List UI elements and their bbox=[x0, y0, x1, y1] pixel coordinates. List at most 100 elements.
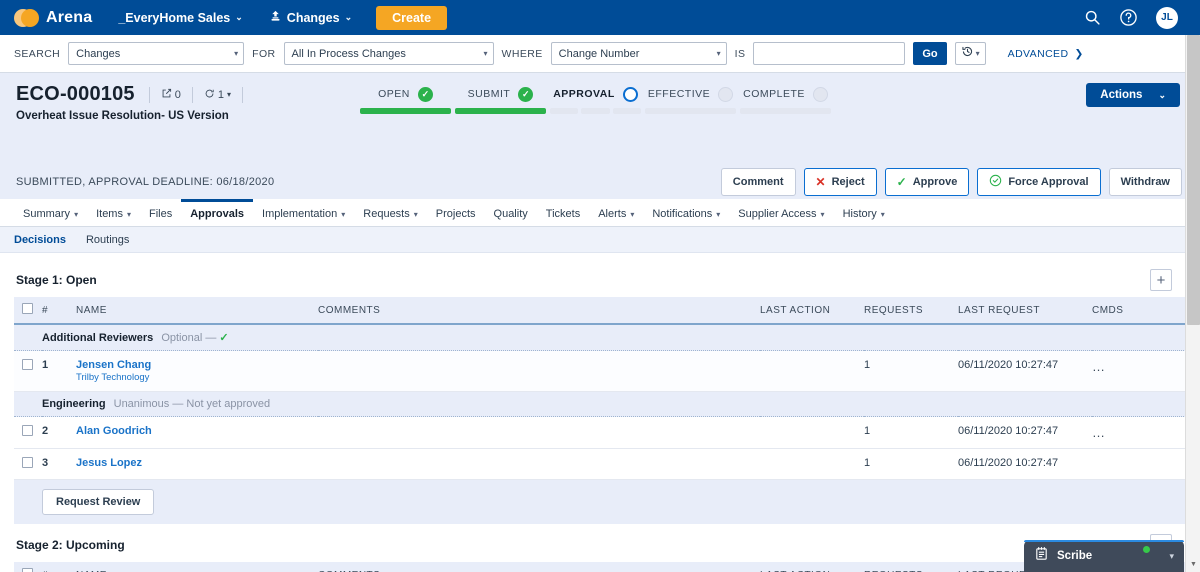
search-go-button[interactable]: Go bbox=[913, 42, 946, 65]
search-field-select[interactable]: Change Number ▾ bbox=[551, 42, 727, 65]
module-selector-changes[interactable]: Changes ⌄ bbox=[269, 10, 352, 26]
changes-icon bbox=[269, 10, 282, 26]
tab-history[interactable]: History▾ bbox=[834, 199, 894, 226]
request-review-button[interactable]: Request Review bbox=[42, 489, 154, 515]
where-label: WHERE bbox=[502, 48, 543, 60]
tab-summary[interactable]: Summary▾ bbox=[14, 199, 87, 226]
workflow-step-submit[interactable]: SUBMIT bbox=[455, 85, 546, 114]
tab-projects[interactable]: Projects bbox=[427, 199, 485, 226]
person-org-link[interactable]: Trilby Technology bbox=[76, 372, 149, 383]
search-type-value: Changes bbox=[76, 48, 120, 60]
row-menu-icon[interactable]: … bbox=[1092, 425, 1107, 440]
reject-button[interactable]: ✕ Reject bbox=[804, 168, 877, 196]
search-scope-value: All In Process Changes bbox=[292, 48, 406, 60]
tab-requests[interactable]: Requests▾ bbox=[354, 199, 427, 226]
scribe-widget[interactable]: Scribe ▾ bbox=[1024, 540, 1184, 572]
chevron-down-icon: ▾ bbox=[716, 210, 720, 219]
comment-button[interactable]: Comment bbox=[721, 168, 796, 196]
chevron-down-icon: ▾ bbox=[881, 210, 885, 219]
row-last-action bbox=[760, 417, 864, 449]
tab-supplier-access[interactable]: Supplier Access▾ bbox=[729, 199, 833, 226]
chevron-down-icon: ▾ bbox=[127, 210, 131, 219]
table-header-row: # NAME COMMENTS LAST ACTION REQUESTS LAS… bbox=[14, 562, 1188, 572]
workflow-step-approval[interactable]: APPROVAL bbox=[550, 85, 641, 114]
withdraw-button[interactable]: Withdraw bbox=[1109, 168, 1182, 196]
workflow-step-label: SUBMIT bbox=[468, 88, 511, 100]
table-row: 2 Alan Goodrich 1 06/11/2020 10:27:47 … bbox=[14, 417, 1188, 449]
row-checkbox[interactable] bbox=[22, 359, 33, 370]
chevron-down-icon[interactable]: ▾ bbox=[1169, 551, 1174, 562]
tab-notifications[interactable]: Notifications▾ bbox=[643, 199, 729, 226]
tab-alerts[interactable]: Alerts▾ bbox=[589, 199, 643, 226]
workflow-step-open[interactable]: OPEN bbox=[360, 85, 451, 114]
tab-files[interactable]: Files bbox=[140, 199, 181, 226]
person-name-link[interactable]: Alan Goodrich bbox=[76, 425, 318, 437]
tab-items[interactable]: Items▾ bbox=[87, 199, 140, 226]
chevron-down-icon: ▾ bbox=[484, 49, 488, 58]
tab-approvals[interactable]: Approvals bbox=[181, 199, 253, 226]
advanced-search-link[interactable]: ADVANCED ❯ bbox=[1008, 48, 1084, 60]
workflow-step-complete[interactable]: COMPLETE bbox=[740, 85, 831, 114]
plus-icon[interactable]: + bbox=[1150, 269, 1172, 291]
row-cmds bbox=[1092, 449, 1188, 480]
check-circle-icon bbox=[518, 87, 533, 102]
row-checkbox[interactable] bbox=[22, 457, 33, 468]
chevron-down-icon: ▾ bbox=[414, 210, 418, 219]
approvals-subtabs: Decisions Routings bbox=[0, 227, 1200, 253]
select-all-checkbox[interactable] bbox=[22, 303, 33, 314]
chevron-right-icon: ❯ bbox=[1074, 48, 1083, 60]
person-name-link[interactable]: Jensen Chang bbox=[76, 359, 318, 371]
row-menu-icon[interactable]: … bbox=[1092, 359, 1107, 374]
check-icon: ✓ bbox=[897, 175, 907, 189]
scribe-label: Scribe bbox=[1057, 550, 1092, 562]
subtab-decisions[interactable]: Decisions bbox=[14, 234, 66, 246]
search-field-value: Change Number bbox=[559, 48, 640, 60]
row-cmds: … bbox=[1092, 417, 1188, 449]
scrollbar-thumb[interactable] bbox=[1187, 35, 1200, 325]
pending-circle-icon bbox=[813, 87, 828, 102]
actions-button[interactable]: Actions ⌄ bbox=[1086, 83, 1180, 107]
notes-badge[interactable]: 0 bbox=[149, 87, 193, 103]
select-all-checkbox[interactable] bbox=[22, 568, 33, 572]
row-last-request: 06/11/2020 10:27:47 bbox=[958, 351, 1092, 392]
revision-count: 1 bbox=[218, 89, 224, 101]
record-header: ECO-000105 0 1 bbox=[0, 73, 1200, 165]
row-cmds: … bbox=[1092, 351, 1188, 392]
actions-label: Actions bbox=[1100, 89, 1142, 101]
row-requests: 1 bbox=[864, 417, 958, 449]
approve-button[interactable]: ✓ Approve bbox=[885, 168, 970, 196]
revision-badge[interactable]: 1 ▾ bbox=[193, 87, 243, 103]
subtab-routings[interactable]: Routings bbox=[86, 234, 129, 246]
workspace-label: _EveryHome Sales bbox=[118, 11, 230, 25]
group-meta: Unanimous — Not yet approved bbox=[114, 398, 271, 410]
search-history-button[interactable]: ▾ bbox=[955, 42, 986, 65]
table-row: 1 Jensen Chang Trilby Technology 1 06/11… bbox=[14, 351, 1188, 392]
avatar[interactable]: JL bbox=[1156, 7, 1178, 29]
column-header-requests: REQUESTS bbox=[864, 297, 958, 324]
scroll-down-arrow-icon[interactable]: ▼ bbox=[1186, 557, 1200, 572]
tab-implementation[interactable]: Implementation▾ bbox=[253, 199, 354, 226]
record-badges: 0 1 ▾ bbox=[149, 87, 243, 103]
tab-quality[interactable]: Quality bbox=[485, 199, 537, 226]
row-comments bbox=[318, 351, 760, 392]
workflow-step-effective[interactable]: EFFECTIVE bbox=[645, 85, 736, 114]
page-title: ECO-000105 bbox=[16, 83, 135, 106]
stage2-header: Stage 2: Upcoming + bbox=[0, 528, 1200, 562]
force-approval-button[interactable]: Force Approval bbox=[977, 168, 1100, 196]
row-checkbox[interactable] bbox=[22, 425, 33, 436]
help-icon[interactable] bbox=[1119, 8, 1138, 27]
search-type-select[interactable]: Changes ▾ bbox=[68, 42, 244, 65]
search-input[interactable] bbox=[753, 42, 905, 65]
tab-tickets[interactable]: Tickets bbox=[537, 199, 589, 226]
row-person: Jensen Chang Trilby Technology bbox=[76, 351, 318, 392]
note-edit-icon bbox=[161, 88, 172, 102]
person-name-link[interactable]: Jesus Lopez bbox=[76, 457, 318, 469]
search-icon[interactable] bbox=[1084, 9, 1101, 26]
table-header-row: # NAME COMMENTS LAST ACTION REQUESTS LAS… bbox=[14, 297, 1188, 324]
page-scrollbar[interactable]: ▲ ▼ bbox=[1185, 35, 1200, 572]
select-all-header bbox=[14, 297, 42, 324]
workspace-selector[interactable]: _EveryHome Sales ⌄ bbox=[118, 11, 242, 25]
create-button[interactable]: Create bbox=[376, 6, 447, 30]
row-number: 2 bbox=[42, 417, 76, 449]
search-scope-select[interactable]: All In Process Changes ▾ bbox=[284, 42, 494, 65]
